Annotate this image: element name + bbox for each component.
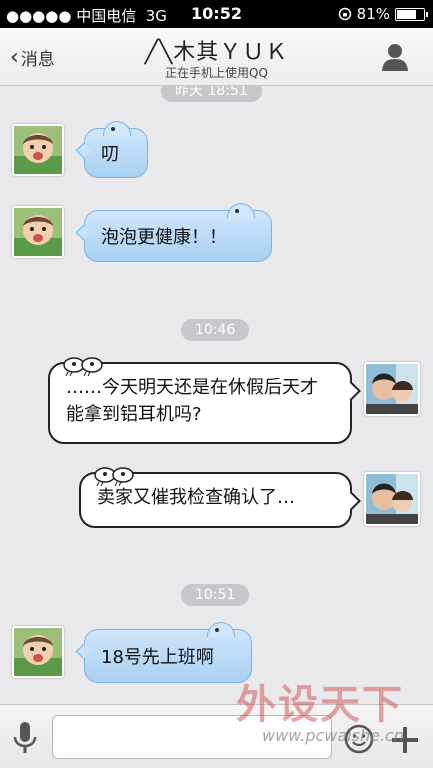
person-icon[interactable]: [381, 42, 409, 72]
nav-bar: ‹ 消息 ╱╲木其ＹＵＫ 正在手机上使用QQ: [0, 28, 433, 86]
chat-area[interactable]: 昨天 18:51 叨 泡泡更健康！！ 10:46 ……今天明天还是在休假后天才能…: [0, 86, 433, 704]
timestamp-pill: 昨天 18:51: [161, 86, 262, 102]
contact-avatar[interactable]: [12, 626, 64, 678]
timestamp-pill: 10:46: [181, 319, 250, 341]
message-text: ……今天明天还是在休假后天才能拿到铝耳机吗?: [66, 377, 318, 425]
status-bar: ●●●●● 中国电信 3G 10:52 81%: [0, 0, 433, 28]
rotation-lock-icon: [338, 7, 351, 21]
message-text: 泡泡更健康！！: [101, 227, 227, 248]
message-text: 叨: [101, 144, 119, 165]
timestamp-pill: 10:51: [181, 584, 250, 606]
chat-title: ╱╲木其ＹＵＫ: [144, 40, 289, 65]
message-text: 18号先上班啊: [101, 647, 214, 668]
incoming-message[interactable]: 叨: [75, 121, 148, 178]
battery-icon: [395, 7, 428, 21]
bubble-ear: [227, 203, 255, 218]
watermark-url: www.pcwaishe.cn: [262, 726, 404, 745]
cloud-decoration-icon: [63, 357, 103, 376]
my-avatar[interactable]: [364, 472, 420, 526]
incoming-message[interactable]: 泡泡更健康！！: [75, 203, 272, 262]
contact-avatar[interactable]: [12, 206, 64, 258]
outgoing-message[interactable]: ……今天明天还是在休假后天才能拿到铝耳机吗?: [48, 357, 361, 444]
incoming-message[interactable]: 18号先上班啊: [75, 622, 252, 683]
status-right: 81%: [338, 5, 428, 23]
bubble-ear: [207, 622, 235, 637]
my-avatar[interactable]: [364, 362, 420, 416]
outgoing-message[interactable]: 卖家又催我检查确认了…: [79, 467, 361, 528]
message-text: 卖家又催我检查确认了…: [97, 487, 295, 508]
contact-avatar[interactable]: [12, 124, 64, 176]
chat-subtitle: 正在手机上使用QQ: [165, 66, 268, 80]
battery-percent: 81%: [356, 5, 390, 23]
bubble-ear: [103, 121, 131, 136]
cloud-decoration-icon: [94, 467, 134, 486]
microphone-icon[interactable]: [12, 721, 38, 755]
